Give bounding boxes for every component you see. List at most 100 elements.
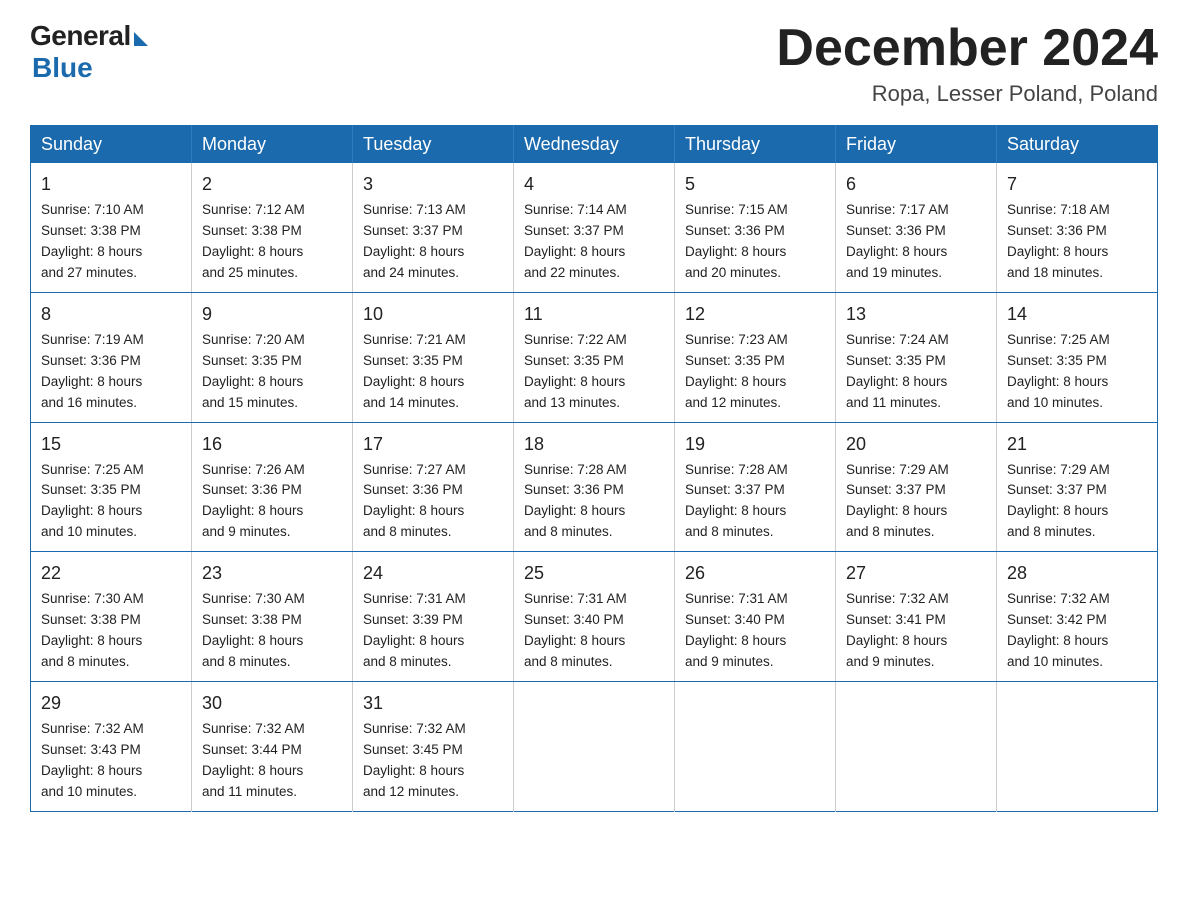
calendar-week-row: 29Sunrise: 7:32 AMSunset: 3:43 PMDayligh…: [31, 681, 1158, 811]
table-row: 16Sunrise: 7:26 AMSunset: 3:36 PMDayligh…: [192, 422, 353, 552]
day-details: Sunrise: 7:27 AMSunset: 3:36 PMDaylight:…: [363, 460, 503, 544]
day-number: 19: [685, 431, 825, 458]
table-row: 3Sunrise: 7:13 AMSunset: 3:37 PMDaylight…: [353, 163, 514, 292]
table-row: 7Sunrise: 7:18 AMSunset: 3:36 PMDaylight…: [997, 163, 1158, 292]
table-row: [514, 681, 675, 811]
table-row: 29Sunrise: 7:32 AMSunset: 3:43 PMDayligh…: [31, 681, 192, 811]
table-row: 13Sunrise: 7:24 AMSunset: 3:35 PMDayligh…: [836, 292, 997, 422]
day-number: 29: [41, 690, 181, 717]
table-row: 11Sunrise: 7:22 AMSunset: 3:35 PMDayligh…: [514, 292, 675, 422]
day-number: 31: [363, 690, 503, 717]
table-row: [836, 681, 997, 811]
day-number: 11: [524, 301, 664, 328]
day-number: 14: [1007, 301, 1147, 328]
day-details: Sunrise: 7:31 AMSunset: 3:40 PMDaylight:…: [685, 589, 825, 673]
logo-general-text: General: [30, 20, 131, 52]
day-number: 8: [41, 301, 181, 328]
day-details: Sunrise: 7:18 AMSunset: 3:36 PMDaylight:…: [1007, 200, 1147, 284]
day-details: Sunrise: 7:29 AMSunset: 3:37 PMDaylight:…: [1007, 460, 1147, 544]
table-row: 18Sunrise: 7:28 AMSunset: 3:36 PMDayligh…: [514, 422, 675, 552]
table-row: [675, 681, 836, 811]
table-row: 4Sunrise: 7:14 AMSunset: 3:37 PMDaylight…: [514, 163, 675, 292]
day-details: Sunrise: 7:31 AMSunset: 3:39 PMDaylight:…: [363, 589, 503, 673]
calendar-week-row: 22Sunrise: 7:30 AMSunset: 3:38 PMDayligh…: [31, 552, 1158, 682]
table-row: 26Sunrise: 7:31 AMSunset: 3:40 PMDayligh…: [675, 552, 836, 682]
table-row: 9Sunrise: 7:20 AMSunset: 3:35 PMDaylight…: [192, 292, 353, 422]
day-number: 28: [1007, 560, 1147, 587]
table-row: 27Sunrise: 7:32 AMSunset: 3:41 PMDayligh…: [836, 552, 997, 682]
table-row: 14Sunrise: 7:25 AMSunset: 3:35 PMDayligh…: [997, 292, 1158, 422]
calendar-header-row: Sunday Monday Tuesday Wednesday Thursday…: [31, 126, 1158, 164]
day-number: 22: [41, 560, 181, 587]
day-details: Sunrise: 7:26 AMSunset: 3:36 PMDaylight:…: [202, 460, 342, 544]
table-row: 1Sunrise: 7:10 AMSunset: 3:38 PMDaylight…: [31, 163, 192, 292]
table-row: 30Sunrise: 7:32 AMSunset: 3:44 PMDayligh…: [192, 681, 353, 811]
table-row: 24Sunrise: 7:31 AMSunset: 3:39 PMDayligh…: [353, 552, 514, 682]
calendar-table: Sunday Monday Tuesday Wednesday Thursday…: [30, 125, 1158, 811]
day-number: 27: [846, 560, 986, 587]
day-details: Sunrise: 7:17 AMSunset: 3:36 PMDaylight:…: [846, 200, 986, 284]
day-number: 9: [202, 301, 342, 328]
day-details: Sunrise: 7:24 AMSunset: 3:35 PMDaylight:…: [846, 330, 986, 414]
day-details: Sunrise: 7:15 AMSunset: 3:36 PMDaylight:…: [685, 200, 825, 284]
day-details: Sunrise: 7:21 AMSunset: 3:35 PMDaylight:…: [363, 330, 503, 414]
day-details: Sunrise: 7:25 AMSunset: 3:35 PMDaylight:…: [1007, 330, 1147, 414]
location-subtitle: Ropa, Lesser Poland, Poland: [776, 81, 1158, 107]
col-friday: Friday: [836, 126, 997, 164]
table-row: 23Sunrise: 7:30 AMSunset: 3:38 PMDayligh…: [192, 552, 353, 682]
calendar-week-row: 1Sunrise: 7:10 AMSunset: 3:38 PMDaylight…: [31, 163, 1158, 292]
col-thursday: Thursday: [675, 126, 836, 164]
day-number: 13: [846, 301, 986, 328]
table-row: 8Sunrise: 7:19 AMSunset: 3:36 PMDaylight…: [31, 292, 192, 422]
day-number: 15: [41, 431, 181, 458]
day-number: 16: [202, 431, 342, 458]
logo-blue-text: Blue: [32, 52, 93, 84]
day-number: 1: [41, 171, 181, 198]
day-number: 30: [202, 690, 342, 717]
day-details: Sunrise: 7:32 AMSunset: 3:42 PMDaylight:…: [1007, 589, 1147, 673]
day-details: Sunrise: 7:12 AMSunset: 3:38 PMDaylight:…: [202, 200, 342, 284]
calendar-week-row: 15Sunrise: 7:25 AMSunset: 3:35 PMDayligh…: [31, 422, 1158, 552]
day-details: Sunrise: 7:20 AMSunset: 3:35 PMDaylight:…: [202, 330, 342, 414]
col-sunday: Sunday: [31, 126, 192, 164]
table-row: 6Sunrise: 7:17 AMSunset: 3:36 PMDaylight…: [836, 163, 997, 292]
day-details: Sunrise: 7:32 AMSunset: 3:44 PMDaylight:…: [202, 719, 342, 803]
table-row: 2Sunrise: 7:12 AMSunset: 3:38 PMDaylight…: [192, 163, 353, 292]
page-header: General Blue December 2024 Ropa, Lesser …: [30, 20, 1158, 107]
day-number: 25: [524, 560, 664, 587]
day-details: Sunrise: 7:32 AMSunset: 3:45 PMDaylight:…: [363, 719, 503, 803]
logo-arrow-icon: [134, 32, 148, 46]
day-details: Sunrise: 7:32 AMSunset: 3:43 PMDaylight:…: [41, 719, 181, 803]
day-number: 3: [363, 171, 503, 198]
day-details: Sunrise: 7:14 AMSunset: 3:37 PMDaylight:…: [524, 200, 664, 284]
logo: General Blue: [30, 20, 148, 84]
table-row: 25Sunrise: 7:31 AMSunset: 3:40 PMDayligh…: [514, 552, 675, 682]
day-details: Sunrise: 7:30 AMSunset: 3:38 PMDaylight:…: [202, 589, 342, 673]
day-details: Sunrise: 7:32 AMSunset: 3:41 PMDaylight:…: [846, 589, 986, 673]
col-monday: Monday: [192, 126, 353, 164]
day-number: 21: [1007, 431, 1147, 458]
day-number: 18: [524, 431, 664, 458]
day-number: 2: [202, 171, 342, 198]
day-number: 5: [685, 171, 825, 198]
table-row: [997, 681, 1158, 811]
table-row: 22Sunrise: 7:30 AMSunset: 3:38 PMDayligh…: [31, 552, 192, 682]
day-number: 4: [524, 171, 664, 198]
day-details: Sunrise: 7:22 AMSunset: 3:35 PMDaylight:…: [524, 330, 664, 414]
day-number: 6: [846, 171, 986, 198]
day-details: Sunrise: 7:10 AMSunset: 3:38 PMDaylight:…: [41, 200, 181, 284]
table-row: 21Sunrise: 7:29 AMSunset: 3:37 PMDayligh…: [997, 422, 1158, 552]
day-number: 12: [685, 301, 825, 328]
day-details: Sunrise: 7:31 AMSunset: 3:40 PMDaylight:…: [524, 589, 664, 673]
day-number: 23: [202, 560, 342, 587]
table-row: 17Sunrise: 7:27 AMSunset: 3:36 PMDayligh…: [353, 422, 514, 552]
calendar-week-row: 8Sunrise: 7:19 AMSunset: 3:36 PMDaylight…: [31, 292, 1158, 422]
day-details: Sunrise: 7:25 AMSunset: 3:35 PMDaylight:…: [41, 460, 181, 544]
month-title: December 2024: [776, 20, 1158, 77]
day-number: 26: [685, 560, 825, 587]
table-row: 15Sunrise: 7:25 AMSunset: 3:35 PMDayligh…: [31, 422, 192, 552]
day-details: Sunrise: 7:29 AMSunset: 3:37 PMDaylight:…: [846, 460, 986, 544]
table-row: 31Sunrise: 7:32 AMSunset: 3:45 PMDayligh…: [353, 681, 514, 811]
day-number: 17: [363, 431, 503, 458]
day-details: Sunrise: 7:30 AMSunset: 3:38 PMDaylight:…: [41, 589, 181, 673]
